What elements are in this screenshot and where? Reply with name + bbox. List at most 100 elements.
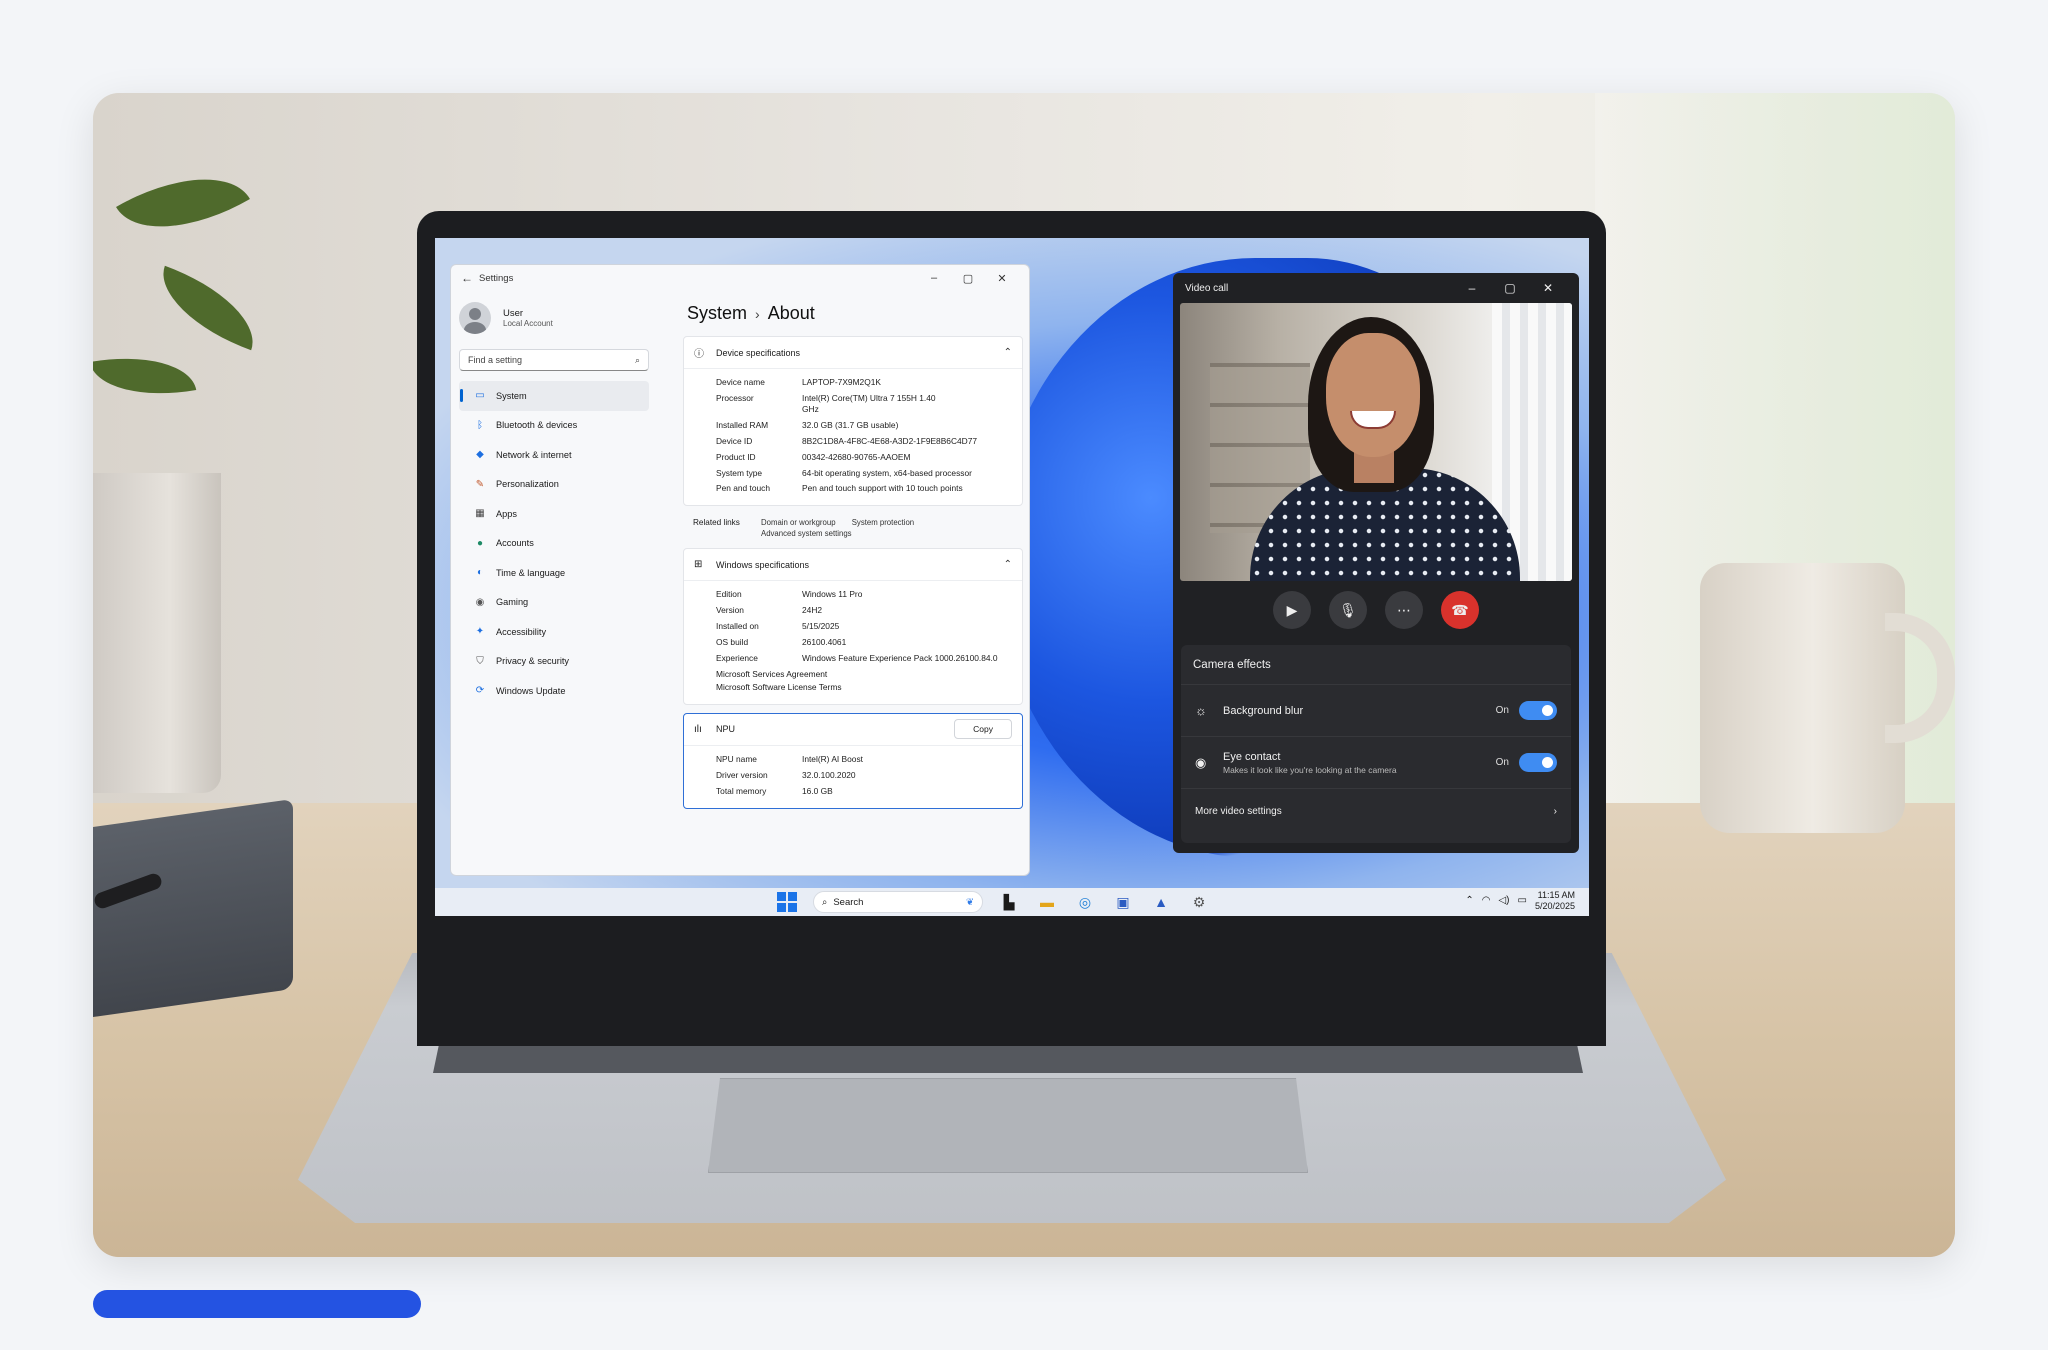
windows-specs-list: Edition Windows 11 Pro Version 24H2 Instal… <box>684 581 1022 703</box>
battery-icon[interactable]: ▭ <box>1518 895 1527 906</box>
sidebar-item-label: Privacy & security <box>496 656 570 667</box>
close-button[interactable]: ✕ <box>985 272 1019 285</box>
wifi-icon[interactable]: ◠ <box>1482 895 1491 906</box>
camera-effects-panel: Camera effects ☼ Background blur On ◉ Ey… <box>1181 645 1571 843</box>
chevron-right-icon: › <box>1553 805 1557 817</box>
sidebar-item-windows-update[interactable]: ⟳ Windows Update <box>459 676 649 706</box>
background-blur-state: On <box>1495 705 1509 716</box>
sidebar-item-label: Gaming <box>496 597 529 608</box>
sidebar-item-system[interactable]: ▭ System <box>459 381 649 411</box>
spec-value: Windows Feature Experience Pack 1000.261… <box>802 653 998 664</box>
back-arrow-icon[interactable]: ← <box>461 271 479 285</box>
sidebar-item-apps[interactable]: ▦ Apps <box>459 499 649 529</box>
sidebar-item-accessibility[interactable]: ✦ Accessibility <box>459 617 649 647</box>
progress-bar <box>93 1290 421 1318</box>
license-link[interactable]: Microsoft Software License Terms <box>716 682 1012 693</box>
laptop-photo: ← Settings – ▢ ✕ User Local Account Find… <box>93 93 1955 1257</box>
sidebar-item-gaming[interactable]: ◉ Gaming <box>459 588 649 618</box>
sidebar-item-network[interactable]: ◆ Network & internet <box>459 440 649 470</box>
spec-key: Pen and touch <box>716 483 771 494</box>
sidebar-item-time-language[interactable]: ◐ Time & language <box>459 558 649 588</box>
volume-icon[interactable]: ◁) <box>1498 895 1509 906</box>
spec-row: Version 24H2 <box>716 605 1012 616</box>
more-video-settings[interactable]: More video settings › <box>1181 789 1571 833</box>
plant-pot <box>93 473 221 793</box>
spec-key: Total memory <box>716 785 767 796</box>
breadcrumb-parent[interactable]: System <box>687 303 747 323</box>
camera-icon[interactable]: ▶ <box>1273 591 1311 629</box>
minimize-button[interactable]: – <box>1453 281 1491 295</box>
windows-specs-title: Windows specifications <box>716 559 810 570</box>
spec-row: OS build 26100.4061 <box>716 637 1012 648</box>
maximize-button[interactable]: ▢ <box>951 272 985 285</box>
background-blur-toggle[interactable] <box>1519 701 1557 720</box>
taskbar-center: ⌕ Search ❦ ▙ ▬ ◎ ▣ ▲ ⚙ <box>775 890 1211 914</box>
sidebar-item-accounts[interactable]: ● Accounts <box>459 529 649 559</box>
link-advanced-system-settings[interactable]: Advanced system settings <box>761 529 1019 538</box>
edge-browser-icon[interactable]: ◎ <box>1073 890 1097 914</box>
system-icon: ▭ <box>475 390 485 402</box>
link-services-agreement[interactable]: Microsoft Services Agreement <box>716 669 827 680</box>
start-button[interactable] <box>775 890 799 914</box>
close-button[interactable]: ✕ <box>1529 281 1567 295</box>
spec-row: NPU name Intel(R) AI Boost <box>716 754 1012 765</box>
spec-key: Edition <box>716 589 742 600</box>
person-icon: ● <box>476 537 484 549</box>
sidebar-item-bluetooth[interactable]: ᛒ Bluetooth & devices <box>459 411 649 441</box>
link-domain-workgroup[interactable]: Domain or workgroup <box>761 518 836 527</box>
search-icon: ⌕ <box>822 896 828 908</box>
eye-contact-label: Eye contact <box>1223 750 1281 763</box>
sidebar-item-privacy[interactable]: ⛉ Privacy & security <box>459 647 649 677</box>
spec-row: Driver version 32.0.100.2020 <box>716 770 1012 781</box>
more-video-settings-label: More video settings <box>1195 805 1282 817</box>
license-link[interactable]: Microsoft Services Agreement <box>716 669 1012 680</box>
settings-gear-icon[interactable]: ⚙ <box>1187 890 1211 914</box>
device-specs-header[interactable]: ⓘ Device specifications ⌃ <box>684 337 1022 369</box>
microphone-icon[interactable]: 🎙 <box>1329 591 1367 629</box>
photos-icon[interactable]: ▲ <box>1149 890 1173 914</box>
user-profile[interactable]: User Local Account <box>459 297 649 339</box>
video-titlebar: Video call – ▢ ✕ <box>1173 273 1579 303</box>
eye-contact-toggle[interactable] <box>1519 753 1557 772</box>
search-icon: ⌕ <box>634 354 640 365</box>
eye-contact-state: On <box>1495 757 1509 768</box>
link-system-protection[interactable]: System protection <box>852 518 914 527</box>
device-specs-list: Device name LAPTOP-7X9M2Q1K Processor Inte… <box>684 369 1022 505</box>
copy-button[interactable]: Copy <box>954 719 1012 740</box>
avatar <box>459 302 491 334</box>
sidebar-item-personalization[interactable]: ✎ Personalization <box>459 470 649 500</box>
maximize-button[interactable]: ▢ <box>1491 281 1529 295</box>
spec-key: Product ID <box>716 451 756 462</box>
info-icon: ⓘ <box>694 349 704 360</box>
copilot-icon: ❦ <box>966 896 974 908</box>
windows-specs-header[interactable]: ⊞ Windows specifications ⌃ <box>684 549 1022 582</box>
spec-value: 32.0 GB (31.7 GB usable) <box>802 419 899 430</box>
minimize-button[interactable]: – <box>917 272 951 284</box>
apps-icon: ▦ <box>475 508 485 520</box>
related-links: Related links Domain or workgroup System… <box>683 514 1023 548</box>
clock[interactable]: 11:15 AM 5/20/2025 <box>1535 890 1575 912</box>
spec-value: 5/15/2025 <box>802 621 840 632</box>
clock-date: 5/20/2025 <box>1534 900 1575 911</box>
more-options-icon[interactable]: ⋯ <box>1385 591 1423 629</box>
spec-row: Experience Windows Feature Experience Pac… <box>716 653 1012 664</box>
spec-value: Pen and touch support with 10 touch poin… <box>802 483 963 494</box>
sun-icon: ☼ <box>1195 703 1207 718</box>
spec-key: Processor <box>716 392 754 403</box>
settings-search-input[interactable]: Find a setting ⌕ <box>459 349 649 371</box>
taskbar-search[interactable]: ⌕ Search ❦ <box>813 891 983 913</box>
task-view-icon[interactable]: ▙ <box>997 890 1021 914</box>
eye-contact-row: ◉ Eye contact Makes it look like you're … <box>1181 737 1571 789</box>
link-license-terms[interactable]: Microsoft Software License Terms <box>716 682 842 693</box>
spec-row: Processor Intel(R) Core(TM) Ultra 7 155H … <box>716 393 1012 415</box>
spec-value: 16.0 GB <box>802 785 833 796</box>
sidebar-item-label: System <box>496 390 527 401</box>
globe-icon: ◐ <box>476 567 484 579</box>
update-icon: ⟳ <box>475 685 485 697</box>
chevron-up-icon[interactable]: ⌃ <box>1465 895 1473 906</box>
spec-row: Edition Windows 11 Pro <box>716 589 1012 600</box>
file-explorer-icon[interactable]: ▬ <box>1035 890 1059 914</box>
accessibility-icon: ✦ <box>475 626 485 638</box>
end-call-icon[interactable]: ☎ <box>1441 591 1479 629</box>
store-icon[interactable]: ▣ <box>1111 890 1135 914</box>
